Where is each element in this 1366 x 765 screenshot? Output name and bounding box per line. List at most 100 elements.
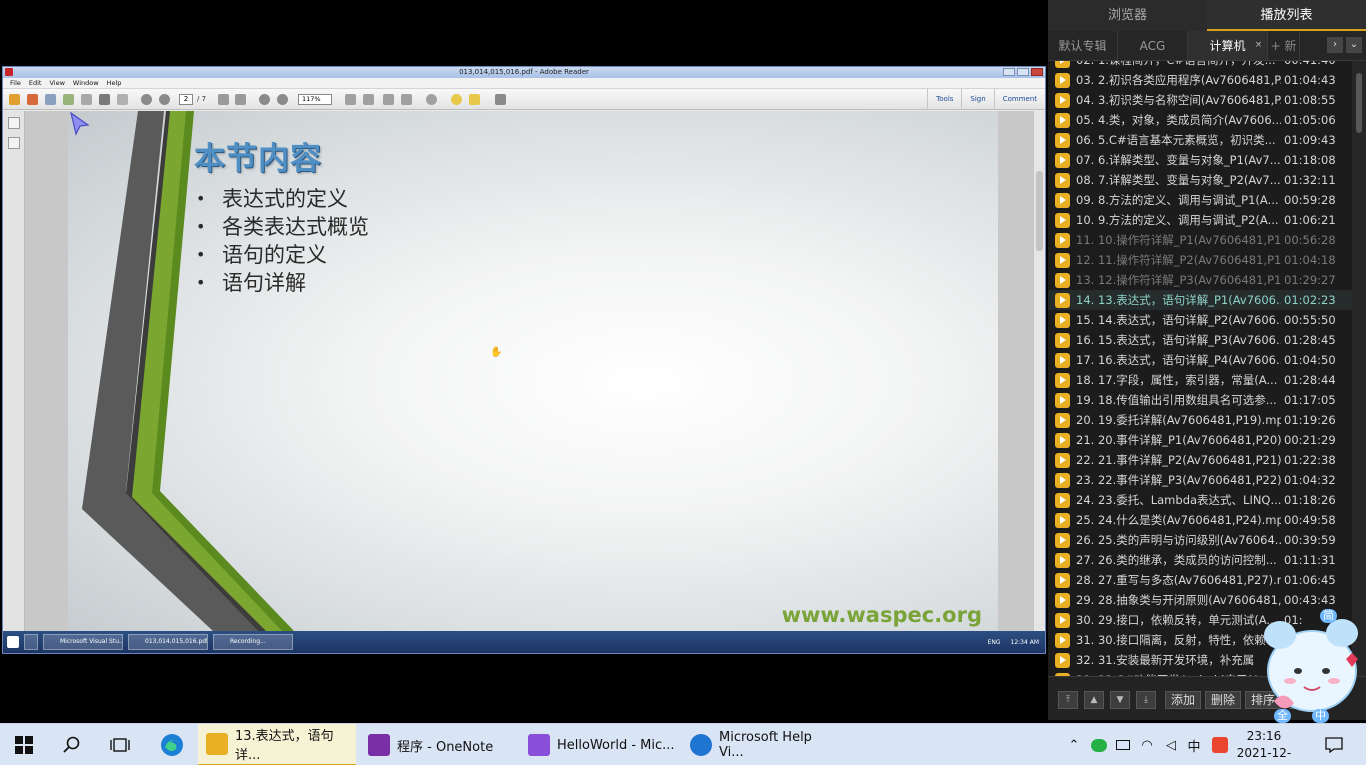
play-icon[interactable] (1055, 312, 1070, 328)
mascot-widget[interactable]: 简 全 中 (1250, 605, 1366, 723)
play-icon[interactable] (1055, 292, 1070, 308)
comment-bubble-icon[interactable] (451, 94, 462, 105)
taskbar-item-onenote[interactable]: 程序 - OneNote (360, 724, 518, 765)
playlist-item[interactable]: 15. 14.表达式，语句详解_P2(Av7606... 00:55:50 (1048, 310, 1352, 330)
new-album-button[interactable]: + 新 (1268, 31, 1300, 60)
play-icon[interactable] (1055, 72, 1070, 88)
sogou-ime-icon[interactable] (1208, 724, 1232, 765)
email-icon[interactable] (117, 94, 128, 105)
highlight-icon[interactable] (469, 94, 480, 105)
playlist-item[interactable]: 02. 1.课程简介，C#语言简介，开发...00:41:40 (1048, 61, 1352, 70)
edge-button[interactable] (148, 724, 196, 765)
play-icon[interactable] (1055, 152, 1070, 168)
play-icon[interactable] (1055, 372, 1070, 388)
play-icon[interactable] (1055, 552, 1070, 568)
close-icon[interactable]: × (1253, 40, 1264, 51)
play-icon[interactable] (1055, 432, 1070, 448)
playlist-item[interactable]: 25. 24.什么是类(Av7606481,P24).mp4 00:49:58 (1048, 510, 1352, 530)
fit-page-icon[interactable] (345, 94, 356, 105)
document-scrollbar[interactable] (1033, 111, 1045, 631)
playlist-item[interactable]: 26. 25.类的声明与访问级别(Av76064... 00:39:59 (1048, 530, 1352, 550)
scrollbar-thumb[interactable] (1356, 73, 1362, 133)
save-icon[interactable] (81, 94, 92, 105)
chevron-down-icon[interactable]: ⌄ (1346, 37, 1362, 53)
move-bottom-icon[interactable]: ⤓ (1136, 691, 1156, 709)
play-icon[interactable] (1055, 132, 1070, 148)
play-icon[interactable] (1055, 392, 1070, 408)
play-icon[interactable] (1055, 192, 1070, 208)
playlist-item[interactable]: 27. 26.类的继承，类成员的访问控制... 01:11:31 (1048, 550, 1352, 570)
play-icon[interactable] (1055, 112, 1070, 128)
volume-icon[interactable]: ◁ (1160, 724, 1182, 765)
page-thumbnails-icon[interactable] (8, 117, 20, 129)
play-icon[interactable] (1055, 532, 1070, 548)
playlist-item[interactable]: 22. 21.事件详解_P2(Av7606481,P21).... 01:22:3… (1048, 450, 1352, 470)
delete-button[interactable]: 删除 (1205, 691, 1242, 709)
tray-chevron-up-icon[interactable]: ⌃ (1064, 724, 1084, 765)
wechat-icon[interactable] (1088, 724, 1110, 765)
taskbar-item-help-viewer[interactable]: Microsoft Help Vi... (682, 724, 840, 765)
zoom-out-icon[interactable] (259, 94, 270, 105)
play-icon[interactable] (1055, 652, 1070, 668)
prev-page-icon[interactable] (141, 94, 152, 105)
playlist-scrollbar[interactable] (1352, 61, 1366, 676)
album-tab-acg[interactable]: ACG (1118, 31, 1188, 60)
play-icon[interactable] (1055, 272, 1070, 288)
playlist-item[interactable]: 03. 2.初识各类应用程序(Av7606481,P... 01:04:43 (1048, 70, 1352, 90)
scrollbar-thumb[interactable] (1036, 171, 1043, 251)
playlist-item[interactable]: 05. 4.类，对象，类成员简介(Av7606... 01:05:06 (1048, 110, 1352, 130)
playlist-item[interactable]: 24. 23.委托、Lambda表达式、LINQ... 01:18:26 (1048, 490, 1352, 510)
expand-icon[interactable] (495, 94, 506, 105)
playlist-item[interactable]: 09. 8.方法的定义、调用与调试_P1(A... 00:59:28 (1048, 190, 1352, 210)
play-icon[interactable] (1055, 172, 1070, 188)
play-icon[interactable] (1055, 252, 1070, 268)
playlist-item[interactable]: 08. 7.详解类型、变量与对象_P2(Av7... 01:32:11 (1048, 170, 1352, 190)
search-button[interactable] (48, 724, 96, 765)
playlist-item[interactable]: 13. 12.操作符详解_P3(Av7606481,P12)...01:29:2… (1048, 270, 1352, 290)
mascot-tag-full[interactable]: 全 (1274, 709, 1291, 723)
tools-button[interactable]: Tools (927, 89, 961, 110)
play-icon[interactable] (1055, 472, 1070, 488)
play-icon[interactable] (1055, 572, 1070, 588)
read-mode-icon[interactable] (401, 94, 412, 105)
album-tab-computer[interactable]: 计算机 × (1188, 31, 1268, 60)
play-icon[interactable] (1055, 512, 1070, 528)
play-icon[interactable] (1055, 352, 1070, 368)
playlist-item[interactable]: 06. 5.C#语言基本元素概览，初识类... 01:09:43 (1048, 130, 1352, 150)
play-icon[interactable] (1055, 612, 1070, 628)
edit-icon[interactable] (45, 94, 56, 105)
move-down-icon[interactable]: ▼ (1110, 691, 1130, 709)
page-number-input[interactable]: 2 (179, 94, 193, 105)
playlist-item[interactable]: 07. 6.详解类型、变量与对象_P1(Av7... 01:18:08 (1048, 150, 1352, 170)
minimize-button[interactable] (1003, 68, 1015, 76)
zoom-input[interactable]: 117% (298, 94, 332, 105)
playlist-item[interactable]: 17. 16.表达式，语句详解_P4(Av7606... 01:04:50 (1048, 350, 1352, 370)
chevron-right-icon[interactable]: › (1327, 37, 1343, 53)
playlist-item[interactable]: 28. 27.重写与多态(Av7606481,P27).mp4 01:06:45 (1048, 570, 1352, 590)
play-icon[interactable] (1055, 232, 1070, 248)
tab-playlist[interactable]: 播放列表 (1207, 0, 1366, 31)
menu-file[interactable]: File (10, 78, 21, 88)
task-view-button[interactable] (96, 724, 144, 765)
taskbar-item-visual-studio[interactable]: HelloWorld - Mic... (520, 724, 678, 765)
tab-browser[interactable]: 浏览器 (1048, 0, 1207, 31)
playlist-item[interactable]: 23. 22.事件详解_P3(Av7606481,P22).... 01:04:3… (1048, 470, 1352, 490)
play-icon[interactable] (1055, 632, 1070, 648)
create-icon[interactable] (9, 94, 20, 105)
next-page-icon[interactable] (159, 94, 170, 105)
sign-button[interactable]: Sign (961, 89, 993, 110)
rotate-icon[interactable] (426, 94, 437, 105)
playlist-item[interactable]: 19. 18.传值输出引用数组具名可选参... 01:17:05 (1048, 390, 1352, 410)
playlist-item[interactable]: 12. 11.操作符详解_P2(Av7606481,P11)...01:04:1… (1048, 250, 1352, 270)
playlist-item[interactable]: 18. 17.字段，属性，索引器，常量(A... 01:28:44 (1048, 370, 1352, 390)
ime-indicator[interactable]: 中 (1184, 724, 1204, 765)
mascot-tag-simplified[interactable]: 简 (1320, 609, 1337, 623)
play-icon[interactable] (1055, 212, 1070, 228)
attachments-icon[interactable] (8, 137, 20, 149)
battery-icon[interactable] (1112, 724, 1134, 765)
play-icon[interactable] (1055, 92, 1070, 108)
close-button[interactable] (1031, 68, 1043, 76)
add-button[interactable]: 添加 (1165, 691, 1202, 709)
zoom-in-icon[interactable] (277, 94, 288, 105)
taskbar-clock[interactable]: 23:16 2021-12-12 (1232, 728, 1296, 765)
